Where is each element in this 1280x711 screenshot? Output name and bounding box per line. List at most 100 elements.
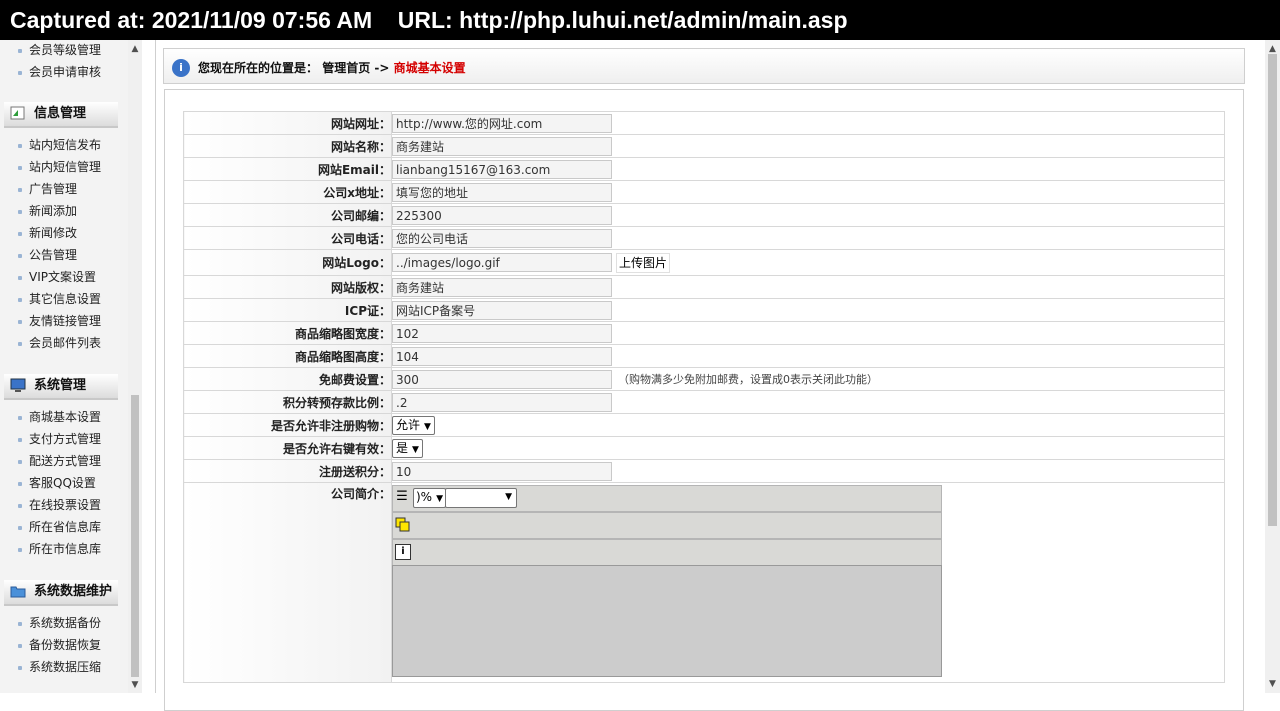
form-row: 网站网址： http://www.您的网址.com bbox=[183, 111, 1225, 135]
sidebar-group-info[interactable]: 信息管理 bbox=[4, 102, 118, 128]
field-label: 是否允许非注册购物： bbox=[183, 413, 392, 437]
phone-input[interactable]: 您的公司电话 bbox=[392, 228, 612, 248]
sidebar-item[interactable]: 会员邮件列表 bbox=[18, 333, 101, 353]
zipcode-input[interactable]: 225300 bbox=[392, 205, 612, 225]
sidebar-item[interactable]: 所在市信息库 bbox=[18, 539, 101, 559]
form-row: 公司x地址： 填写您的地址 bbox=[183, 180, 1225, 204]
bullet-icon bbox=[18, 187, 22, 192]
bullet-icon bbox=[18, 143, 22, 148]
bullet-icon bbox=[18, 503, 22, 508]
logo-path-input[interactable]: ../images/logo.gif bbox=[392, 253, 612, 272]
allow-rightclick-select[interactable]: 是 ▼ bbox=[392, 438, 423, 458]
scroll-down-icon[interactable]: ▼ bbox=[1265, 677, 1280, 691]
thumb-height-input[interactable]: 104 bbox=[392, 346, 612, 366]
bullet-icon bbox=[18, 209, 22, 214]
sidebar-item[interactable]: 友情链接管理 bbox=[18, 311, 101, 331]
zoom-select[interactable]: )% ▼ bbox=[413, 488, 447, 508]
form-row: 免邮费设置： 300 （购物满多少免附加邮费，设置成0表示关闭此功能） bbox=[183, 367, 1225, 391]
form-row: 公司邮编： 225300 bbox=[183, 203, 1225, 227]
bullet-icon bbox=[18, 341, 22, 346]
icp-input[interactable]: 网站ICP备案号 bbox=[392, 300, 612, 320]
bullet-icon bbox=[18, 415, 22, 420]
field-label: 是否允许右键有效： bbox=[183, 436, 392, 460]
free-shipping-input[interactable]: 300 bbox=[392, 369, 612, 389]
editor-content-area[interactable] bbox=[392, 565, 942, 677]
field-label: 网站网址： bbox=[183, 111, 392, 135]
scroll-up-icon[interactable]: ▲ bbox=[128, 42, 142, 56]
field-label: 网站Logo： bbox=[183, 249, 392, 276]
sidebar-item[interactable]: 在线投票设置 bbox=[18, 495, 101, 515]
bullet-icon bbox=[18, 275, 22, 280]
sidebar-item[interactable]: 其它信息设置 bbox=[18, 289, 101, 309]
chevron-down-icon: ▼ bbox=[436, 494, 444, 504]
form-row: 网站版权： 商务建站 bbox=[183, 275, 1225, 299]
sidebar-item-member-review[interactable]: 会员申请审核 bbox=[18, 62, 101, 82]
folder-icon bbox=[10, 586, 26, 598]
sidebar-item[interactable]: 广告管理 bbox=[18, 179, 77, 199]
capture-banner: Captured at: 2021/11/09 07:56 AM URL: ht… bbox=[0, 0, 1280, 40]
info-icon: i bbox=[172, 59, 190, 77]
sidebar-item[interactable]: 新闻修改 bbox=[18, 223, 77, 243]
sidebar-item[interactable]: 配送方式管理 bbox=[18, 451, 101, 471]
sidebar-item[interactable]: 新闻添加 bbox=[18, 201, 77, 221]
form-row: 网站名称： 商务建站 bbox=[183, 134, 1225, 158]
form-row: 商品缩略图高度： 104 bbox=[183, 344, 1225, 368]
bullet-icon bbox=[18, 253, 22, 258]
site-name-input[interactable]: 商务建站 bbox=[392, 136, 612, 156]
sidebar-item[interactable]: 支付方式管理 bbox=[18, 429, 101, 449]
sidebar-group-data[interactable]: 系统数据维护 bbox=[4, 580, 118, 606]
scroll-thumb[interactable] bbox=[131, 395, 139, 677]
sidebar-item[interactable]: 商城基本设置 bbox=[18, 407, 101, 427]
form-row: 公司电话： 您的公司电话 bbox=[183, 226, 1225, 250]
address-input[interactable]: 填写您的地址 bbox=[392, 182, 612, 202]
field-label: 网站名称： bbox=[183, 134, 392, 158]
rich-text-editor: ☰ )% ▼ ▼ i bbox=[392, 485, 942, 677]
sidebar-item[interactable]: 站内短信发布 bbox=[18, 135, 101, 155]
sidebar-item[interactable]: 系统数据压缩 bbox=[18, 657, 101, 677]
news-icon bbox=[10, 106, 25, 120]
site-url-input[interactable]: http://www.您的网址.com bbox=[392, 113, 612, 133]
main-scrollbar[interactable]: ▲ ▼ bbox=[1265, 40, 1280, 693]
site-email-input[interactable]: lianbang15167@163.com bbox=[392, 159, 612, 179]
chevron-down-icon: ▼ bbox=[505, 492, 512, 502]
sidebar-item[interactable]: 所在省信息库 bbox=[18, 517, 101, 537]
field-label: 公司电话： bbox=[183, 226, 392, 250]
sidebar-item[interactable]: 系统数据备份 bbox=[18, 613, 101, 633]
allow-unregistered-select[interactable]: 允许 ▼ bbox=[392, 415, 435, 435]
format-select[interactable]: ▼ bbox=[445, 488, 517, 508]
field-label: 积分转预存款比例： bbox=[183, 390, 392, 414]
breadcrumb-sep: -> bbox=[370, 61, 394, 75]
editor-toolbar: ☰ )% ▼ ▼ bbox=[392, 485, 942, 512]
form-row: 是否允许非注册购物： 允许 ▼ bbox=[183, 413, 1225, 437]
scroll-thumb[interactable] bbox=[1268, 54, 1277, 526]
highlight-icon[interactable] bbox=[395, 517, 411, 533]
bullet-icon bbox=[18, 70, 22, 75]
bullet-icon bbox=[18, 525, 22, 530]
sidebar-item[interactable]: 备份数据恢复 bbox=[18, 635, 101, 655]
sidebar-group-system[interactable]: 系统管理 bbox=[4, 374, 118, 400]
bullet-icon bbox=[18, 297, 22, 302]
form-row: 是否允许右键有效：是 ▼ bbox=[183, 436, 1225, 460]
points-ratio-input[interactable]: .2 bbox=[392, 392, 612, 412]
main-frame: i 您现在所在的位置是： 管理首页 -> 商城基本设置 网站网址： http://… bbox=[155, 40, 1266, 711]
sidebar-item[interactable]: VIP文案设置 bbox=[18, 267, 96, 287]
align-icon[interactable]: ☰ bbox=[395, 490, 409, 504]
sidebar-item[interactable]: 公告管理 bbox=[18, 245, 77, 265]
sidebar-item[interactable]: 客服QQ设置 bbox=[18, 473, 96, 493]
scroll-down-icon[interactable]: ▼ bbox=[128, 678, 142, 692]
bullet-icon bbox=[18, 231, 22, 236]
register-points-input[interactable]: 10 bbox=[392, 461, 612, 481]
copyright-input[interactable]: 商务建站 bbox=[392, 277, 612, 297]
upload-image-button[interactable]: 上传图片 bbox=[616, 252, 671, 273]
sidebar-item-member-level[interactable]: 会员等级管理 bbox=[18, 40, 101, 60]
thumb-width-input[interactable]: 102 bbox=[392, 323, 612, 343]
field-label: 公司邮编： bbox=[183, 203, 392, 227]
left-scrollbar[interactable]: ▲ ▼ bbox=[128, 40, 142, 693]
bullet-icon bbox=[18, 481, 22, 486]
info-icon[interactable]: i bbox=[395, 544, 411, 560]
field-label: 公司简介： bbox=[183, 482, 392, 683]
sidebar-item[interactable]: 站内短信管理 bbox=[18, 157, 101, 177]
breadcrumb-home[interactable]: 管理首页 bbox=[322, 61, 370, 75]
field-label: 免邮费设置： bbox=[183, 367, 392, 391]
form-row: 注册送积分： 10 bbox=[183, 459, 1225, 483]
